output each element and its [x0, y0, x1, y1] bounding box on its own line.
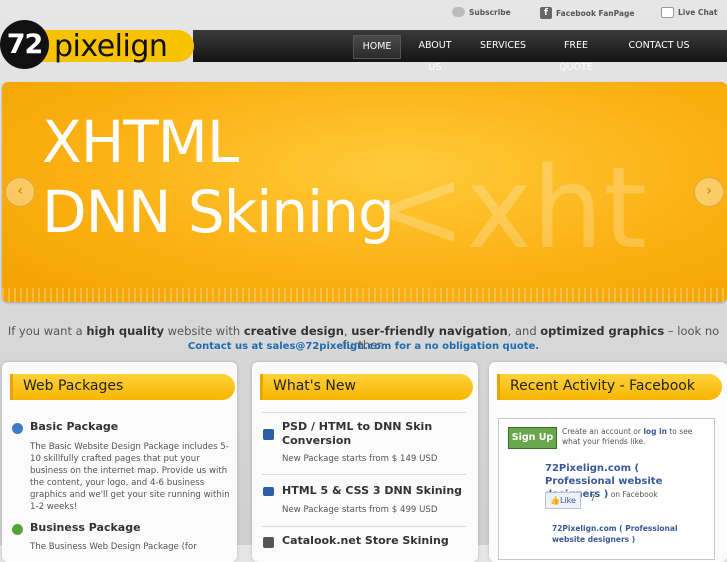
banner-next-arrow[interactable]: › — [694, 177, 724, 207]
facebook-title: Recent Activity - Facebook — [510, 378, 695, 394]
banner-prev-arrow[interactable]: ‹ — [5, 177, 35, 207]
news-item-2-title[interactable]: HTML 5 & CSS 3 DNN Skining — [282, 484, 462, 497]
facebook-login-link[interactable]: log in — [643, 427, 667, 436]
tagline-text: If you want a — [7, 324, 87, 338]
facebook-fanpage-link[interactable]: f Facebook FanPage — [540, 7, 634, 19]
screen-icon — [263, 487, 274, 496]
web-packages-title: Web Packages — [23, 378, 124, 394]
chat-icon — [661, 7, 674, 18]
tagline-bold: high quality — [86, 324, 164, 338]
subscribe-label: Subscribe — [469, 7, 511, 17]
basic-package-title[interactable]: Basic Package — [30, 420, 118, 433]
web-packages-header: Web Packages — [10, 374, 235, 400]
business-package-title[interactable]: Business Package — [30, 521, 141, 534]
facebook-signup-button[interactable]: Sign Up — [508, 427, 557, 449]
globe-icon — [12, 423, 23, 434]
facebook-icon: f — [540, 7, 552, 19]
nav-services[interactable]: SERVICES — [472, 35, 534, 57]
whats-new-header: What's New — [260, 374, 473, 400]
logo-text: pixelign — [54, 29, 168, 64]
news-item-1-title[interactable]: PSD / HTML to DNN Skin Conversion — [282, 420, 462, 448]
tagline-bold: optimized graphics — [540, 324, 665, 338]
facebook-fanpage-label: Facebook FanPage — [556, 8, 635, 18]
subscribe-link[interactable]: Subscribe — [452, 7, 511, 17]
globe-icon — [12, 524, 23, 535]
facebook-post-title[interactable]: 72Pixelign.com ( Professional website de… — [552, 523, 702, 545]
divider — [262, 526, 466, 527]
tagline-bold: creative design — [243, 324, 344, 338]
news-item-2-text: New Package starts from $ 499 USD — [282, 505, 438, 515]
nav-contact-us[interactable]: CONTACT US — [620, 35, 698, 57]
nav-free-quote[interactable]: FREE QUOTE — [540, 35, 612, 73]
nav-about-us[interactable]: ABOUT US — [404, 35, 466, 73]
contact-link[interactable]: Contact us at sales@72pixelign.com for a… — [0, 341, 727, 352]
live-chat-label: Live Chat — [678, 8, 718, 17]
news-item-3-title[interactable]: Catalook.net Store Skining — [282, 534, 449, 547]
like-label: Like — [560, 496, 576, 505]
logo-badge: 72 — [0, 20, 49, 69]
basic-package-text: The Basic Website Design Package include… — [30, 442, 230, 512]
fb-note-text: Create an account or — [562, 427, 644, 436]
business-package-text: The Business Web Design Package (for — [30, 542, 197, 552]
banner-watermark: <xht — [372, 144, 648, 274]
tagline-bold: user-friendly navigation — [351, 324, 508, 338]
news-item-1-text: New Package starts from $ 149 USD — [282, 454, 438, 464]
fb-on-text: on Facebook — [608, 490, 658, 499]
doc-icon — [263, 429, 274, 440]
live-chat-link[interactable]: Live Chat — [661, 7, 717, 18]
divider — [262, 474, 466, 475]
tagline-text: , and — [507, 324, 541, 338]
nav-home[interactable]: HOME — [353, 35, 401, 59]
whats-new-title: What's New — [273, 378, 356, 394]
rss-icon — [452, 7, 465, 17]
facebook-like-button[interactable]: 👍Like — [545, 492, 581, 509]
banner-line-2: DNN Skining — [42, 178, 395, 246]
facebook-login-note: Create an account or log in to see what … — [562, 427, 710, 447]
banner-line-1: XHTML — [42, 108, 239, 176]
tagline-text: website with — [163, 324, 244, 338]
site-logo[interactable]: 72 pixelign — [0, 20, 200, 71]
like-count: 7 — [590, 494, 596, 504]
divider — [262, 412, 466, 413]
like-icon: 👍 — [550, 496, 560, 505]
hero-banner[interactable]: <xht XHTML DNN Skining — [2, 82, 727, 302]
cart-icon — [263, 537, 274, 548]
facebook-header: Recent Activity - Facebook — [497, 374, 722, 400]
